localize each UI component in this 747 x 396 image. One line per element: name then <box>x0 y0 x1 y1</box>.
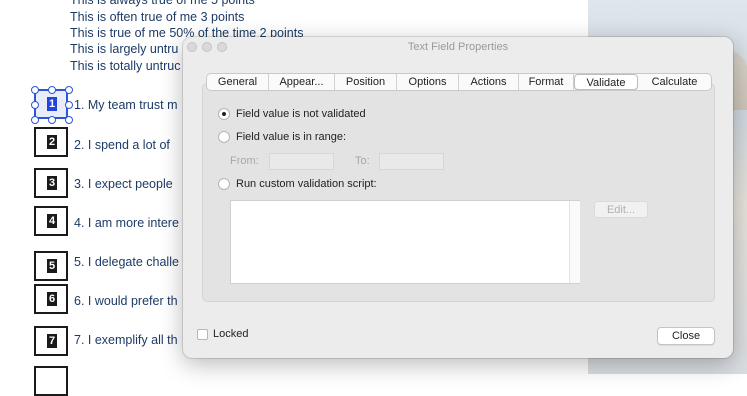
dialog-title: Text Field Properties <box>407 41 509 53</box>
locked-label: Locked <box>213 328 249 340</box>
edit-script-button[interactable]: Edit... <box>594 201 648 218</box>
radio-not-validated-row[interactable]: Field value is not validated <box>218 108 366 120</box>
tab-appearance[interactable]: Appear... <box>269 74 335 90</box>
field-number-4: 4 <box>47 214 57 228</box>
tab-general[interactable]: General <box>207 74 269 90</box>
to-input[interactable] <box>379 153 444 170</box>
question-text-1: 1. My team trust m <box>74 98 178 112</box>
radio-custom-script-row[interactable]: Run custom validation script: <box>218 178 377 190</box>
scale-line-always: This is always true of me 5 points <box>70 0 255 7</box>
radio-not-validated-label: Field value is not validated <box>236 108 366 120</box>
form-field-2[interactable]: 2 <box>34 127 68 157</box>
field-number-3: 3 <box>47 176 57 190</box>
form-field-3[interactable]: 3 <box>34 168 68 198</box>
tab-actions[interactable]: Actions <box>459 74 519 90</box>
tab-validate[interactable]: Validate <box>574 74 638 90</box>
resize-handle-bottom-right[interactable] <box>65 116 73 124</box>
from-label: From: <box>230 155 259 167</box>
question-text-5: 5. I delegate challe <box>74 255 179 269</box>
form-field-6[interactable]: 6 <box>34 284 68 314</box>
question-text-3: 3. I expect people <box>74 177 173 191</box>
form-field-4[interactable]: 4 <box>34 206 68 236</box>
radio-in-range-label: Field value is in range: <box>236 131 347 143</box>
question-text-4: 4. I am more intere <box>74 216 179 230</box>
field-number-7: 7 <box>47 334 57 348</box>
scale-line-totally: This is totally untruc <box>70 59 181 73</box>
resize-handle-bottom-left[interactable] <box>31 116 39 124</box>
radio-in-range-row[interactable]: Field value is in range: <box>218 131 346 143</box>
resize-handle-top[interactable] <box>48 86 56 94</box>
question-text-7: 7. I exemplify all th <box>74 333 178 347</box>
from-input[interactable] <box>269 153 334 170</box>
tab-position[interactable]: Position <box>335 74 397 90</box>
field-number-1: 1 <box>47 97 57 111</box>
to-label: To: <box>355 155 370 167</box>
locked-row[interactable]: Locked <box>197 328 248 340</box>
tab-options[interactable]: Options <box>397 74 459 90</box>
custom-script-textarea[interactable] <box>230 200 580 284</box>
form-field-8[interactable] <box>34 366 68 396</box>
question-text-6: 6. I would prefer th <box>74 294 178 308</box>
field-number-6: 6 <box>47 292 57 306</box>
radio-in-range[interactable] <box>218 131 230 143</box>
dialog-titlebar[interactable]: Text Field Properties <box>183 37 733 59</box>
tab-calculate[interactable]: Calculate <box>638 74 711 90</box>
tab-format[interactable]: Format <box>519 74 574 90</box>
resize-handle-right[interactable] <box>65 101 73 109</box>
scale-line-largely: This is largely untru <box>70 42 179 56</box>
question-text-2: 2. I spend a lot of <box>74 138 170 152</box>
radio-not-validated[interactable] <box>218 108 230 120</box>
form-field-7[interactable]: 7 <box>34 326 68 356</box>
text-field-properties-dialog: Text Field Properties General Appear... … <box>183 37 733 358</box>
resize-handle-top-left[interactable] <box>31 86 39 94</box>
resize-handle-bottom[interactable] <box>48 116 56 124</box>
radio-custom-script[interactable] <box>218 178 230 190</box>
scale-line-often: This is often true of me 3 points <box>70 10 245 24</box>
radio-custom-script-label: Run custom validation script: <box>236 178 377 190</box>
field-number-5: 5 <box>47 259 57 273</box>
close-button[interactable]: Close <box>657 327 715 345</box>
field-number-2: 2 <box>47 135 57 149</box>
resize-handle-left[interactable] <box>31 101 39 109</box>
script-scrollbar[interactable] <box>569 201 580 283</box>
form-field-5[interactable]: 5 <box>34 251 68 281</box>
locked-checkbox[interactable] <box>197 328 208 340</box>
resize-handle-top-right[interactable] <box>65 86 73 94</box>
properties-tab-bar: General Appear... Position Options Actio… <box>206 73 712 91</box>
